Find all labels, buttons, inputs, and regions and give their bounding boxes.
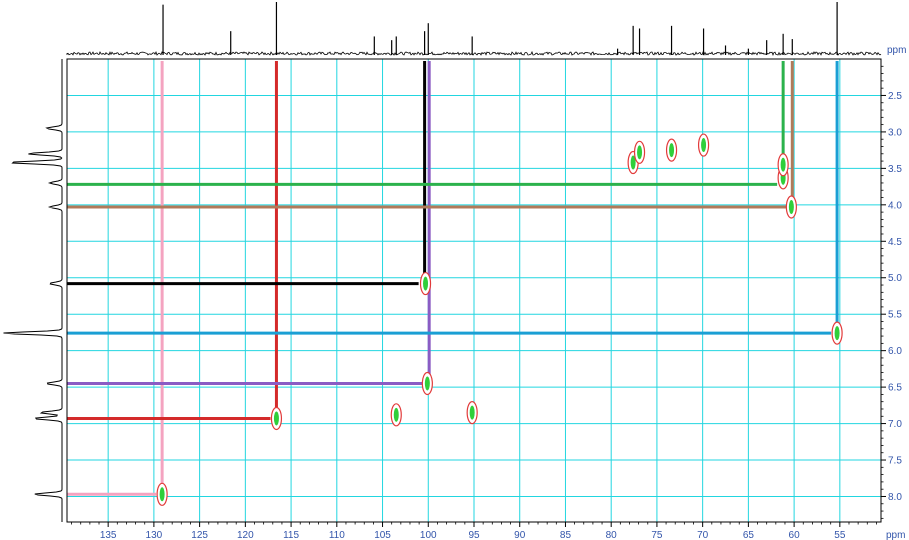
y-tick-label: 2.5: [888, 91, 902, 102]
x-axis-unit-label: ppm: [886, 530, 905, 540]
x-tick-label: 105: [374, 530, 391, 540]
hsqc-chart: 135 130 125 120 115 110 105 100 95 90 85 80 75 70 65 60…: [0, 0, 909, 540]
y-tick-label: 5.0: [888, 273, 902, 284]
x-tick-label: 110: [329, 530, 345, 540]
x-tick-label: 120: [237, 530, 254, 540]
x-tick-label: 130: [146, 530, 163, 540]
y-tick-label: 3.5: [888, 164, 902, 175]
x-tick-label: 55: [834, 530, 846, 540]
y-tick-label: 7.5: [888, 456, 902, 467]
cross-peak-core: [780, 157, 786, 172]
chart-background: [0, 0, 909, 540]
x-tick-label: 60: [789, 530, 801, 540]
cross-peak-core: [273, 411, 279, 426]
x-tick-label: 65: [743, 530, 755, 540]
cross-peak-core: [637, 145, 643, 160]
y-tick-label: 7.0: [888, 419, 902, 430]
y-tick-label: 8.0: [888, 492, 902, 503]
y-tick-label: 6.5: [888, 383, 902, 394]
y-tick-label: 4.5: [888, 237, 902, 248]
x-tick-label: 100: [420, 530, 437, 540]
x-tick-label: 70: [697, 530, 709, 540]
cross-peak-core: [788, 200, 794, 215]
cross-peak-core: [669, 143, 675, 158]
cross-peak-core: [424, 376, 430, 391]
cross-peak-core: [834, 326, 840, 341]
cross-peak-core: [159, 487, 165, 502]
x-tick-label: 90: [514, 530, 526, 540]
y-axis-unit-label: ppm: [887, 45, 906, 56]
x-tick-label: 95: [468, 530, 480, 540]
cross-peak-core: [393, 407, 399, 422]
x-tick-label: 115: [283, 530, 299, 540]
y-tick-label: 4.0: [888, 200, 902, 211]
y-tick-label: 5.5: [888, 310, 902, 321]
x-tick-label: 125: [191, 530, 208, 540]
x-tick-label: 80: [606, 530, 618, 540]
x-tick-label: 85: [560, 530, 572, 540]
x-tick-label: 135: [100, 530, 117, 540]
cross-peak-core: [469, 405, 475, 420]
cross-peak-core: [701, 138, 707, 153]
y-tick-label: 6.0: [888, 346, 902, 357]
cross-peak-core: [423, 276, 429, 291]
x-tick-label: 75: [651, 530, 663, 540]
y-tick-label: 3.0: [888, 127, 902, 138]
